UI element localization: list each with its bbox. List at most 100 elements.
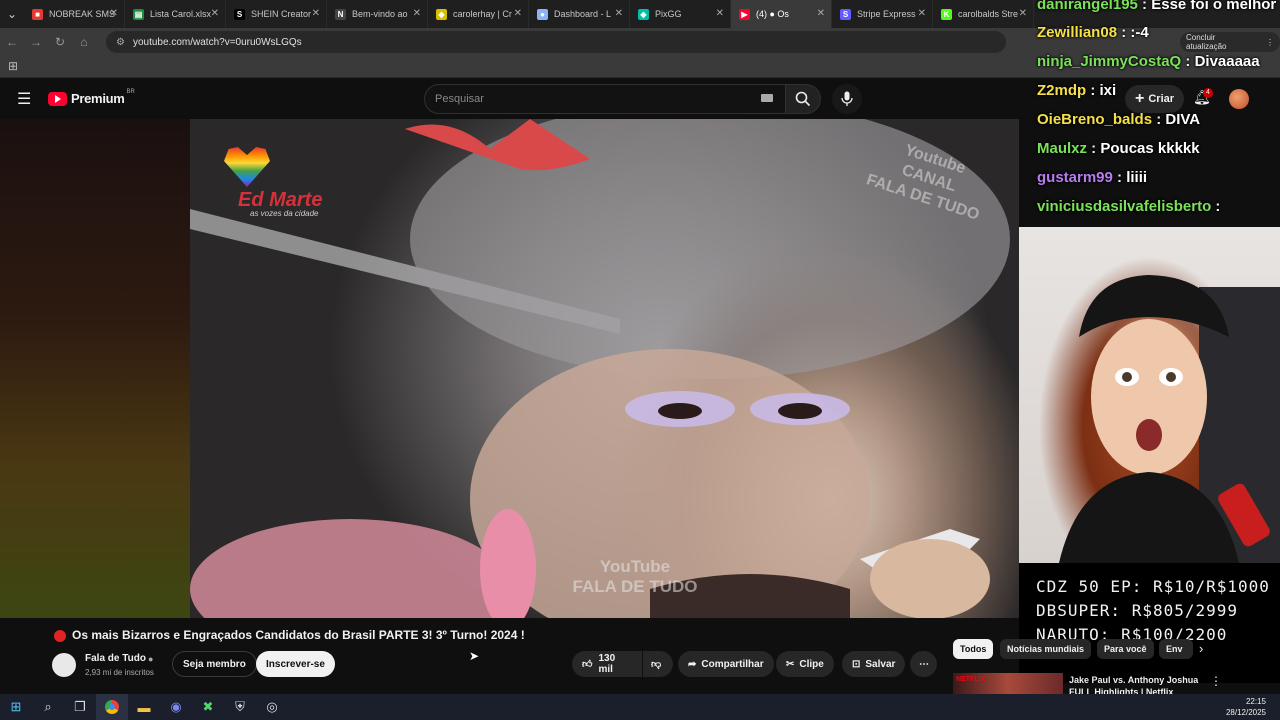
- scissors-icon: ✂: [786, 658, 795, 670]
- chat-separator: :: [1117, 24, 1131, 41]
- tab-close-icon[interactable]: ✕: [918, 8, 926, 19]
- save-button[interactable]: ⊡ Salvar: [842, 651, 906, 677]
- chat-text: liiii: [1126, 169, 1148, 186]
- xbox-icon[interactable]: ✖: [192, 694, 224, 720]
- tab-close-icon[interactable]: ✕: [615, 8, 623, 19]
- chat-text: Poucas kkkkk: [1100, 140, 1200, 157]
- browser-tab[interactable]: ● Dashboard - L ✕: [529, 0, 630, 28]
- channel-avatar[interactable]: [52, 653, 76, 677]
- chat-separator: :: [1086, 82, 1100, 99]
- tab-label: NOBREAK SMS: [49, 9, 116, 19]
- browser-tab[interactable]: ◆ carolerhay | Cr ✕: [428, 0, 529, 28]
- bookmark-icon: ⊡: [852, 658, 861, 670]
- keyboard-icon[interactable]: [761, 94, 773, 102]
- tab-favicon-icon: S: [840, 8, 851, 20]
- clip-label: Clipe: [799, 658, 824, 670]
- search-icon: [795, 91, 811, 107]
- join-label: Seja membro: [183, 658, 246, 670]
- browser-tab[interactable]: ▶ (4) ● Os ✕: [731, 0, 832, 28]
- dislike-button[interactable]: 👎︎: [643, 651, 673, 677]
- discord-icon[interactable]: ◉: [160, 694, 192, 720]
- site-info-icon[interactable]: ⚙: [116, 37, 125, 48]
- browser-tab[interactable]: S Stripe Express ✕: [832, 0, 933, 28]
- thumbs-down-icon: 👎︎: [651, 659, 662, 670]
- live-red-dot-icon: [54, 630, 66, 642]
- channel-name[interactable]: Fala de Tudo: [85, 653, 146, 664]
- recommended-title[interactable]: Jake Paul vs. Anthony Joshua FULL Highli…: [1069, 674, 1209, 694]
- forward-icon[interactable]: →: [24, 35, 48, 49]
- tab-close-icon[interactable]: ✕: [110, 8, 118, 19]
- tab-label: Dashboard - L: [554, 9, 612, 19]
- stream-chat-overlay: danirangel195 : Esse foi o melhor Zewilli…: [1019, 0, 1280, 227]
- tab-favicon-icon: ▤: [133, 8, 144, 20]
- obs-icon[interactable]: ◎: [256, 694, 288, 720]
- chat-text: Esse foi o melhor: [1151, 0, 1277, 13]
- chevron-right-icon[interactable]: ›: [1199, 641, 1203, 656]
- clip-button[interactable]: ✂ Clipe: [776, 651, 834, 677]
- chip-all-label: Todos: [960, 644, 987, 654]
- tab-list-chevron-icon[interactable]: ⌄: [0, 7, 24, 21]
- watermark-bottom: YouTube FALA DE TUDO: [550, 557, 720, 597]
- youtube-logo[interactable]: Premium BR: [48, 88, 135, 106]
- system-clock[interactable]: 22:15 28/12/2025: [1226, 696, 1266, 718]
- subscribe-label: Inscrever-se: [266, 658, 325, 670]
- tab-close-icon[interactable]: ✕: [413, 8, 421, 19]
- chip-for-you[interactable]: Para você: [1097, 639, 1154, 659]
- reload-icon[interactable]: ↻: [48, 35, 72, 49]
- search-taskbar-icon[interactable]: ⌕: [32, 694, 64, 720]
- browser-tab[interactable]: ▤ Lista Carol.xlsx ✕: [125, 0, 226, 28]
- windows-start-icon[interactable]: ⊞: [0, 694, 32, 720]
- microphone-icon: [841, 91, 853, 106]
- chat-username: Zewillian08: [1037, 24, 1118, 41]
- apps-grid-icon[interactable]: ⊞: [8, 59, 18, 73]
- recommended-title-line1: Jake Paul vs. Anthony Joshua: [1069, 675, 1199, 685]
- webcam-overlay: [1019, 227, 1280, 563]
- security-icon[interactable]: ⛨: [224, 694, 256, 720]
- file-explorer-icon[interactable]: ▬: [128, 694, 160, 720]
- browser-tab[interactable]: N Bem-vindo ao ✕: [327, 0, 428, 28]
- tab-close-icon[interactable]: ✕: [817, 8, 825, 19]
- subscriber-count: 2,93 mi de inscritos: [85, 668, 154, 677]
- subscribe-button[interactable]: Inscrever-se: [256, 651, 335, 677]
- hamburger-menu-icon[interactable]: ☰: [17, 89, 31, 109]
- tab-label: Bem-vindo ao: [352, 9, 408, 19]
- voice-search-button[interactable]: [832, 84, 862, 114]
- address-bar[interactable]: ⚙ youtube.com/watch?v=0uru0WsLGQs: [106, 31, 1006, 53]
- video-player[interactable]: Ed Marte as vozes da cidade Youtube CANA…: [190, 119, 1019, 618]
- search-input[interactable]: Pesquisar: [424, 84, 786, 114]
- search-button[interactable]: [785, 84, 821, 114]
- back-icon[interactable]: ←: [0, 35, 24, 49]
- chat-message: gustarm99 : liiii: [1037, 169, 1147, 186]
- chat-username: gustarm99: [1037, 169, 1113, 186]
- join-button[interactable]: Seja membro: [172, 651, 257, 677]
- netflix-badge: NETFLIX: [956, 676, 986, 683]
- share-label: Compartilhar: [701, 658, 764, 670]
- browser-tab[interactable]: S SHEIN Creator ✕: [226, 0, 327, 28]
- recommended-more-icon[interactable]: ⋮: [1210, 674, 1222, 688]
- tab-close-icon[interactable]: ✕: [514, 8, 522, 19]
- browser-tab[interactable]: ■ NOBREAK SMS ✕: [24, 0, 125, 28]
- browser-tab[interactable]: ◈ PixGG ✕: [630, 0, 731, 28]
- tab-close-icon[interactable]: ✕: [312, 8, 320, 19]
- more-actions-button[interactable]: ⋯: [910, 651, 937, 677]
- logo-region: BR: [126, 88, 135, 95]
- chip-world-news[interactable]: Notícias mundiais: [1000, 639, 1092, 659]
- tab-favicon-icon: ◆: [436, 8, 447, 20]
- like-button[interactable]: 👍︎ 130 mil: [572, 651, 642, 677]
- chrome-icon[interactable]: [96, 694, 128, 720]
- price-line-2: DBSUPER: R$805/2999: [1036, 601, 1239, 620]
- like-count: 130 mil: [598, 653, 616, 675]
- chat-separator: :: [1137, 0, 1152, 13]
- chip-env[interactable]: Env: [1159, 639, 1193, 659]
- tab-close-icon[interactable]: ✕: [716, 8, 724, 19]
- chip-all[interactable]: Todos: [953, 639, 994, 659]
- tab-close-icon[interactable]: ✕: [211, 8, 219, 19]
- chat-text: ixi: [1099, 82, 1117, 99]
- home-icon[interactable]: ⌂: [72, 35, 96, 49]
- tab-label: PixGG: [655, 9, 682, 19]
- chat-username: OieBreno_balds: [1037, 111, 1153, 128]
- task-view-icon[interactable]: ❐: [64, 694, 96, 720]
- share-button[interactable]: ➦ Compartilhar: [678, 651, 774, 677]
- recommended-thumbnail[interactable]: NETFLIX: [953, 673, 1063, 694]
- tab-favicon-icon: N: [335, 8, 346, 20]
